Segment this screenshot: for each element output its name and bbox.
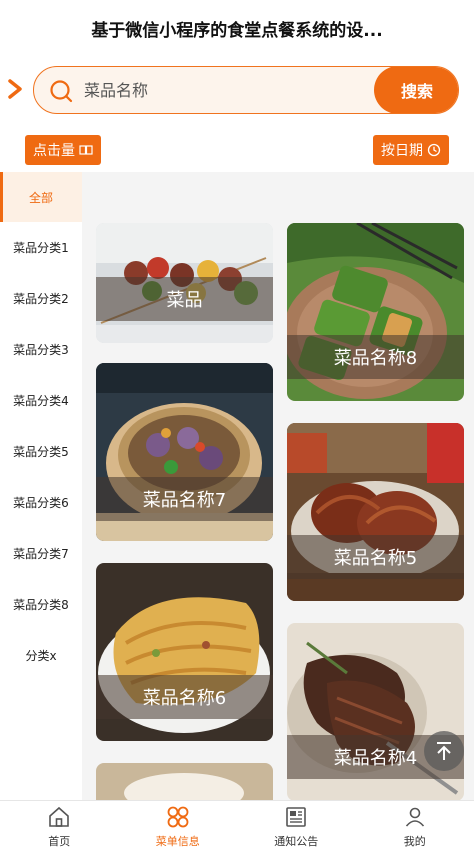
dish-name: 菜品名称4 bbox=[333, 748, 418, 769]
search-box: 搜索 bbox=[33, 66, 459, 114]
sort-by-date-button[interactable]: 按日期 bbox=[373, 135, 449, 165]
search-row: 搜索 bbox=[0, 64, 474, 116]
tab-home[interactable]: 首页 bbox=[0, 801, 119, 855]
tab-menu-info-label: 菜单信息 bbox=[155, 835, 200, 848]
page-title: 基于微信小程序的食堂点餐系统的设... bbox=[91, 20, 383, 41]
chevron-right-icon[interactable] bbox=[6, 78, 24, 100]
dish-image bbox=[96, 763, 273, 800]
sort-by-clicks-button[interactable]: 点击量 bbox=[25, 135, 101, 165]
dish-name-band: 菜品名称6 bbox=[96, 675, 273, 719]
sort-by-date-label: 按日期 bbox=[381, 143, 423, 159]
tab-mine-label: 我的 bbox=[403, 835, 426, 848]
dish-name-band: 菜品 bbox=[96, 277, 273, 321]
sort-row: 点击量 按日期 bbox=[0, 135, 474, 165]
book-icon bbox=[79, 145, 93, 155]
search-input[interactable] bbox=[84, 67, 364, 113]
sidebar-item-category-4[interactable]: 菜品分类4 bbox=[0, 375, 82, 426]
search-button[interactable]: 搜索 bbox=[374, 67, 458, 113]
dish-card[interactable]: 菜品名称6 bbox=[96, 563, 273, 741]
tab-menu-info[interactable]: 菜单信息 bbox=[119, 801, 238, 855]
sidebar-item-category-x[interactable]: 分类x bbox=[0, 630, 82, 681]
dish-grid: 菜品 菜品名称7 菜品名称6 菜品名称8 菜品名称5 菜品名称4 bbox=[82, 172, 474, 800]
menu-grid-icon bbox=[167, 806, 189, 828]
newspaper-icon bbox=[286, 807, 307, 827]
dish-name: 菜品 bbox=[166, 290, 203, 311]
dish-name: 菜品名称5 bbox=[333, 548, 418, 569]
dish-name: 菜品名称7 bbox=[142, 490, 227, 511]
user-icon bbox=[405, 807, 424, 827]
sidebar-item-all[interactable]: 全部 bbox=[0, 172, 82, 222]
sort-by-clicks-label: 点击量 bbox=[33, 143, 75, 159]
sidebar-item-category-3[interactable]: 菜品分类3 bbox=[0, 324, 82, 375]
search-icon bbox=[50, 80, 73, 103]
dish-name-band: 菜品名称7 bbox=[96, 477, 273, 521]
sidebar-item-category-7[interactable]: 菜品分类7 bbox=[0, 528, 82, 579]
category-sidebar: 全部 菜品分类1 菜品分类2 菜品分类3 菜品分类4 菜品分类5 菜品分类6 菜… bbox=[0, 172, 82, 800]
dish-card[interactable]: 菜品名称4 bbox=[287, 623, 464, 800]
arrow-up-icon bbox=[437, 742, 451, 760]
dish-card[interactable]: 菜品名称7 bbox=[96, 363, 273, 541]
tab-home-label: 首页 bbox=[48, 835, 71, 848]
dish-name: 菜品名称8 bbox=[333, 348, 418, 369]
tab-notices-label: 通知公告 bbox=[274, 835, 319, 848]
dish-name-band: 菜品名称8 bbox=[287, 335, 464, 379]
clock-icon bbox=[427, 143, 441, 157]
sidebar-item-category-2[interactable]: 菜品分类2 bbox=[0, 273, 82, 324]
dish-card[interactable] bbox=[96, 763, 273, 800]
dish-name: 菜品名称6 bbox=[142, 688, 227, 709]
sidebar-item-category-5[interactable]: 菜品分类5 bbox=[0, 426, 82, 477]
bottom-tab-bar: 首页 菜单信息 通知公告 我的 bbox=[0, 800, 474, 855]
tab-notices[interactable]: 通知公告 bbox=[237, 801, 356, 855]
sidebar-item-category-6[interactable]: 菜品分类6 bbox=[0, 477, 82, 528]
sidebar-item-category-8[interactable]: 菜品分类8 bbox=[0, 579, 82, 630]
dish-name-band: 菜品名称5 bbox=[287, 535, 464, 579]
dish-card[interactable]: 菜品 bbox=[96, 223, 273, 343]
dish-card[interactable]: 菜品名称5 bbox=[287, 423, 464, 601]
dish-card[interactable]: 菜品名称8 bbox=[287, 223, 464, 401]
home-icon bbox=[49, 806, 70, 827]
app-header: 基于微信小程序的食堂点餐系统的设... bbox=[0, 0, 474, 56]
tab-mine[interactable]: 我的 bbox=[356, 801, 474, 855]
sidebar-item-category-1[interactable]: 菜品分类1 bbox=[0, 222, 82, 273]
back-to-top-button[interactable] bbox=[424, 731, 464, 771]
